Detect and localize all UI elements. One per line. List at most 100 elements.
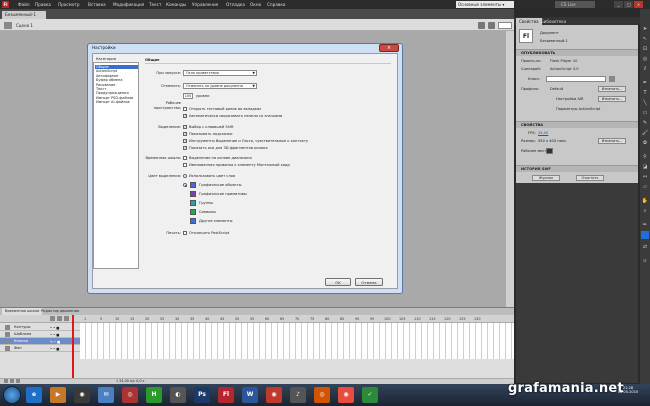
air-edit-button[interactable]: Изменить... [598,96,626,102]
subselection-tool-icon[interactable]: ↖ [641,35,649,43]
taskbar-app-icon[interactable]: ◉ [266,387,282,403]
transform-tool-icon[interactable]: ⊡ [641,45,649,53]
class-input[interactable] [546,76,606,82]
taskbar-app-icon[interactable]: ✓ [362,387,378,403]
layer-toggles[interactable]: • • ■ [50,346,59,353]
undo-select[interactable]: Отменить на уровне документа ▼ [183,83,257,89]
rectangle-tool-icon[interactable]: ▭ [641,109,649,117]
snap-magnet-icon[interactable]: ∪ [641,257,649,265]
hl-swatch-3[interactable] [190,209,196,215]
frame-grid[interactable] [80,323,514,359]
menu-view[interactable]: Просмотр [58,2,80,7]
edit-symbol-icon[interactable] [488,22,495,29]
taskbar-app-icon[interactable]: ✉ [98,387,114,403]
ws-opt2-checkbox[interactable]: ✓ [183,114,187,118]
eyedropper-icon[interactable]: ⤆ [641,173,649,181]
on-launch-select[interactable]: Окно приветствия ▼ [183,70,257,76]
fill-color-icon[interactable] [641,231,649,239]
pencil-tool-icon[interactable]: ✎ [641,119,649,127]
document-tab[interactable]: Безымянный-1 [2,11,46,19]
hl-swatch-1[interactable] [190,191,196,197]
menu-commands[interactable]: Команды [166,2,186,7]
undo-levels-input[interactable]: 100 [183,93,193,99]
publish-section[interactable]: ОПУБЛИКОВАТЬ [516,49,638,56]
category-item[interactable]: Импорт AI-файлов [95,100,138,104]
journal-button[interactable]: Журнал [532,175,560,181]
taskbar-app-icon[interactable]: ◐ [170,387,186,403]
hl-swatch-4[interactable] [190,218,196,224]
use-layer-color-radio[interactable] [183,174,187,178]
taskbar-app-icon[interactable]: ▶ [50,387,66,403]
stage-color-swatch[interactable] [546,148,553,154]
close-icon[interactable]: × [634,1,643,8]
taskbar-app-icon[interactable]: W [242,387,258,403]
clear-button[interactable]: Очистить [576,175,604,181]
sel-opt3-checkbox[interactable]: ✓ [183,139,187,143]
sel-opt1-checkbox[interactable]: ✓ [183,125,187,129]
start-button[interactable] [3,386,21,404]
layer-row[interactable]: Контуры • • ■ [0,324,80,331]
ok-button[interactable]: OK [325,278,351,286]
3d-rotation-tool-icon[interactable]: ◎ [641,55,649,63]
taskbar-app-icon[interactable]: e [26,387,42,403]
tab-library[interactable]: Библиотека [538,18,569,25]
text-tool-icon[interactable]: T [641,89,649,97]
tab-timeline[interactable]: Временная шкала [2,308,43,315]
cancel-button[interactable]: Отмена [355,278,383,286]
menu-edit[interactable]: Правка [35,2,51,7]
menu-insert[interactable]: Вставка [88,2,106,7]
menu-text[interactable]: Текст [149,2,161,7]
pen-tool-icon[interactable]: ✒ [641,79,649,87]
custom-color-radio[interactable] [183,183,187,187]
zoom-field[interactable] [498,22,512,29]
menu-control[interactable]: Управление [192,2,218,7]
brush-tool-icon[interactable]: 🖌 [641,129,649,137]
line-tool-icon[interactable]: ╲ [641,99,649,107]
menu-debug[interactable]: Отладка [226,2,245,7]
maximize-icon[interactable]: □ [624,1,633,8]
hand-tool-icon[interactable]: ✋ [641,197,649,205]
menu-help[interactable]: Справка [267,2,285,7]
properties-section[interactable]: СВОЙСТВА [516,121,638,128]
lock-icon[interactable] [57,316,62,321]
taskbar-app-icon[interactable]: Ps [194,387,210,403]
hl-swatch-2[interactable] [190,200,196,206]
stroke-color-icon[interactable]: ✏ [641,221,649,229]
lasso-tool-icon[interactable]: ℓ [641,65,649,73]
tl-opt2-checkbox[interactable] [183,163,187,167]
hl-swatch-0[interactable] [190,182,196,188]
paint-bucket-icon[interactable]: ◪ [641,163,649,171]
pencil-icon[interactable] [609,76,615,82]
outline-icon[interactable] [64,316,69,321]
ws-opt1-checkbox[interactable] [183,107,187,111]
bone-tool-icon[interactable]: ⚲ [641,153,649,161]
taskbar-app-icon[interactable]: ◎ [314,387,330,403]
fps-value[interactable]: 24,00 [538,131,548,135]
taskbar-app-icon[interactable]: Fl [218,387,234,403]
dialog-close-button[interactable]: × [379,44,399,52]
new-layer-icon[interactable] [4,379,8,383]
cs-live-button[interactable]: CS Live [555,1,595,8]
eraser-icon[interactable]: ▱ [641,183,649,191]
zoom-tool-icon[interactable]: ⌕ [641,207,649,215]
eye-icon[interactable] [50,316,55,321]
minimize-icon[interactable]: _ [614,1,623,8]
edit-scene-icon[interactable] [478,22,485,29]
workspace-switcher[interactable]: Основные элементы ▾ [456,1,514,8]
taskbar-app-icon[interactable]: ♪ [290,387,306,403]
layer-row[interactable]: Фон • • ■ [0,345,80,352]
taskbar-app-icon[interactable]: ◎ [122,387,138,403]
deco-tool-icon[interactable]: ✿ [641,139,649,147]
menu-file[interactable]: Файл [18,2,30,7]
swf-history-section[interactable]: ИСТОРИЯ SWF [516,165,638,172]
sel-opt2-checkbox[interactable]: ✓ [183,132,187,136]
system-tray-clock[interactable]: 21:28 06.05.2010 [608,386,648,404]
selection-tool-icon[interactable]: ➤ [641,25,649,33]
menu-modify[interactable]: Модификация [113,2,144,7]
layer-row-selected[interactable]: Кнопки ✎ • ■ [0,338,80,345]
profile-edit-button[interactable]: Изменить... [598,86,626,92]
playhead[interactable] [72,315,74,385]
tl-opt1-checkbox[interactable] [183,156,187,160]
taskbar-app-icon[interactable]: ◉ [74,387,90,403]
sel-opt4-checkbox[interactable]: ✓ [183,146,187,150]
